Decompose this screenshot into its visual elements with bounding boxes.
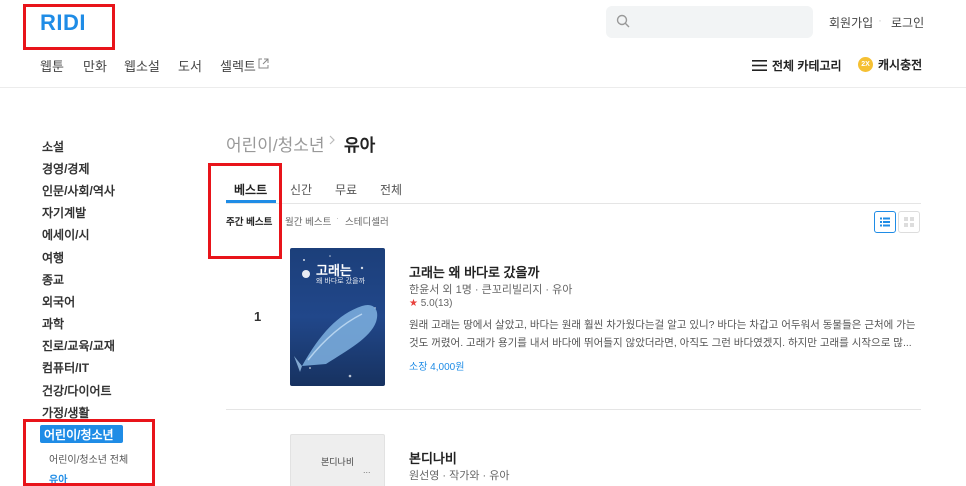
cash-charge-button[interactable]: 2X 캐시충전 [858, 56, 922, 73]
sidebar-item-computer[interactable]: 컴퓨터/IT [42, 359, 89, 376]
annotation-box-category [23, 419, 155, 486]
rating-count: (13) [434, 298, 453, 309]
book-title[interactable]: 본디나비 [409, 448, 457, 467]
breadcrumb-parent[interactable]: 어린이/청소년 [226, 131, 325, 156]
nav-webtoon[interactable]: 웹툰 [40, 56, 64, 75]
subtab-steady-seller[interactable]: 스테디셀러 [345, 214, 389, 228]
sidebar-item-travel[interactable]: 여행 [42, 249, 64, 266]
tab-free[interactable]: 무료 [335, 181, 357, 198]
row-divider [226, 409, 921, 410]
tab-new[interactable]: 신간 [290, 181, 312, 198]
tab-divider [226, 203, 921, 204]
search-input[interactable] [606, 6, 813, 38]
grid-view-icon [904, 217, 914, 227]
sidebar-item-health[interactable]: 건강/다이어트 [42, 382, 112, 399]
book-description: 원래 고래는 땅에서 살았고, 바다는 원래 훨씬 차가웠다는걸 알고 있니? … [409, 316, 921, 352]
book-description-line: 원래 고래는 땅에서 살았고, 바다는 원래 훨씬 차가웠다는걸 알고 있니? … [409, 319, 916, 331]
sidebar-item-self-help[interactable]: 자기계발 [42, 204, 86, 221]
search-icon [616, 14, 630, 28]
chevron-right-icon [329, 135, 335, 145]
book-cover[interactable]: 고래는 왜 바다로 갔을까 [290, 248, 385, 386]
list-view-button[interactable] [874, 211, 896, 233]
sidebar-item-humanities[interactable]: 인문/사회/역사 [42, 182, 115, 199]
subtab-separator: · [336, 213, 339, 223]
grid-view-button[interactable] [898, 211, 920, 233]
book-title[interactable]: 고래는 왜 바다로 갔을까 [409, 262, 539, 281]
all-categories-label: 전체 카테고리 [772, 59, 842, 73]
sidebar-item-novel[interactable]: 소설 [42, 138, 64, 155]
hamburger-icon [752, 60, 767, 71]
book-price: 소장 4,000원 [409, 362, 465, 373]
book-rank: 1 [254, 309, 262, 324]
book-cover[interactable]: 본디나비 ... [290, 434, 385, 486]
nav-select[interactable]: 셀렉트 [220, 56, 256, 75]
breadcrumb-current: 유아 [344, 136, 376, 155]
sidebar-item-science[interactable]: 과학 [42, 315, 64, 332]
book-rating: ★ 5.0(13) [409, 298, 452, 309]
star-icon: ★ [409, 298, 418, 309]
list-view-icon [880, 217, 890, 227]
sidebar-item-education[interactable]: 진로/교육/교재 [42, 337, 115, 354]
sidebar-item-essay[interactable]: 에세이/시 [42, 226, 90, 243]
header-divider [0, 87, 966, 88]
sidebar-item-business[interactable]: 경영/경제 [42, 160, 90, 177]
subtab-monthly-best[interactable]: 월간 베스트 [285, 214, 331, 228]
book-meta: 한윤서 외 1명 · 큰꼬리빌리지 · 유아 [409, 284, 573, 296]
cash-charge-label: 캐시충전 [878, 58, 923, 72]
book-meta: 원선영 · 작가와 · 유아 [409, 470, 510, 482]
nav-webnovel[interactable]: 웹소설 [124, 56, 160, 75]
cover-dots: ... [363, 465, 371, 475]
tab-all[interactable]: 전체 [380, 181, 402, 198]
coin-icon: 2X [858, 57, 873, 72]
header-separator: · [878, 13, 882, 27]
annotation-box-best-tab [208, 163, 282, 259]
cover-subtitle: 왜 바다로 갔을까 [316, 278, 365, 285]
cover-title: 본디나비 [321, 457, 355, 467]
external-link-icon [258, 58, 269, 69]
login-link[interactable]: 로그인 [891, 14, 924, 31]
nav-comics[interactable]: 만화 [83, 56, 107, 75]
rating-value: 5.0 [420, 298, 435, 309]
nav-books[interactable]: 도서 [178, 56, 202, 75]
all-categories-button[interactable]: 전체 카테고리 [752, 57, 842, 74]
sidebar-item-religion[interactable]: 종교 [42, 271, 64, 288]
signup-link[interactable]: 회원가입 [829, 14, 873, 31]
sidebar-item-foreign-language[interactable]: 외국어 [42, 293, 75, 310]
book-description-line: 것도 꺼렸어. 고래가 용기를 내서 바다에 뛰어들지 않았더라면, 아직도 그… [409, 337, 912, 349]
annotation-box-logo [23, 4, 115, 50]
